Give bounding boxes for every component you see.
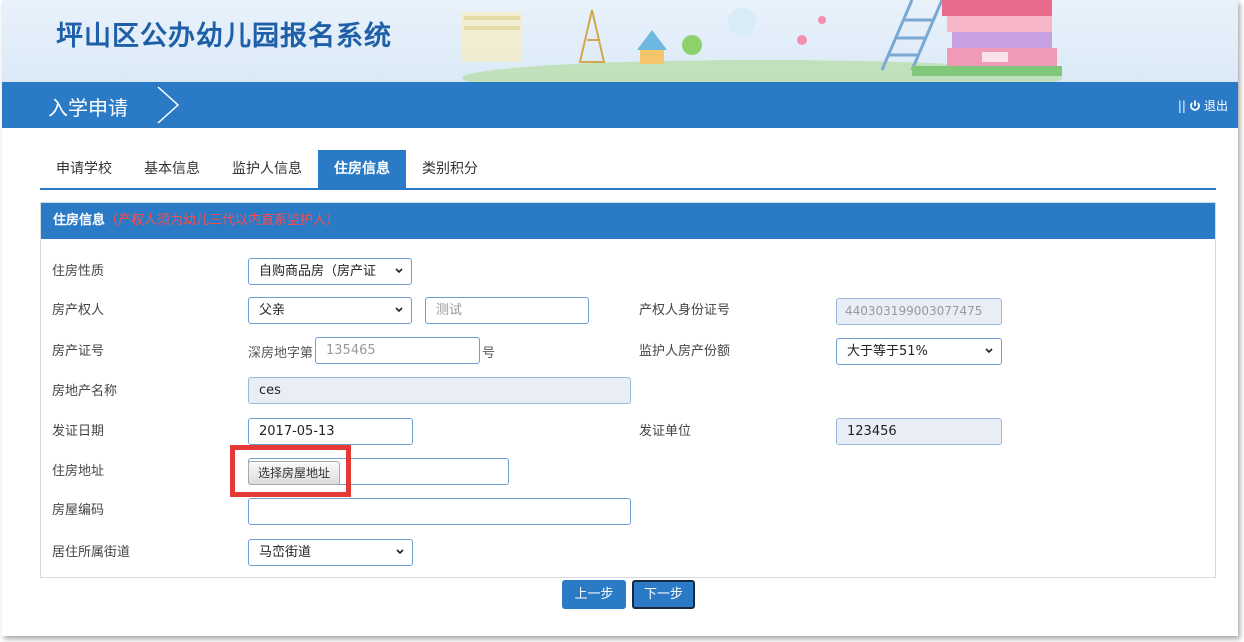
cert-no-input[interactable]: 135465 [315,337,480,364]
owner-id-input[interactable]: 440303199003077475 [836,298,1002,325]
guardian-share-label: 监护人房产份额 [639,344,731,359]
guardian-share-select[interactable]: 大于等于51% [836,338,1002,365]
housing-type-select[interactable]: 自购商品房（房产证 [248,258,412,285]
street-value: 马峦街道 [259,545,312,560]
estate-name-input[interactable]: ces [248,377,631,404]
estate-name-label: 房地产名称 [52,384,118,399]
guardian-share-value: 大于等于51% [847,344,928,359]
nav-separator: || [1177,98,1186,113]
cert-suffix: 号 [482,346,496,361]
house-code-label: 房屋编码 [52,503,105,518]
header-banner: 坪山区公办幼儿园报名系统 [2,0,1238,82]
next-button[interactable]: 下一步 [632,580,695,609]
street-select[interactable]: 马峦街道 [248,539,413,566]
street-label: 居住所属街道 [52,545,131,560]
panel-note: （产权人须为幼儿三代以内直系监护人） [105,213,340,228]
chevron-down-icon [985,348,993,354]
chevron-right-icon [157,86,180,124]
tab-basic-info[interactable]: 基本信息 [128,150,216,188]
site-title: 坪山区公办幼儿园报名系统 [56,21,392,52]
chevron-down-icon [396,549,404,555]
owner-select[interactable]: 父亲 [248,297,412,324]
power-icon [1190,100,1200,111]
cert-prefix: 深房地字第 [248,346,314,361]
nav-bar: 入学申请 || 退出 [2,82,1238,128]
highlight-box [230,445,351,497]
housing-type-value: 自购商品房（房产证 [259,264,377,279]
housing-type-label: 住房性质 [52,264,105,279]
nav-title: 入学申请 [48,96,128,120]
owner-name-input[interactable]: 测试 [425,297,589,324]
owner-id-label: 产权人身份证号 [639,303,731,318]
tab-housing-info[interactable]: 住房信息 [318,150,406,188]
issue-date-input[interactable]: 2017-05-13 [248,418,413,445]
tab-underline [40,188,1216,190]
logout-link[interactable]: 退出 [1204,97,1228,114]
prev-button[interactable]: 上一步 [562,580,626,609]
tab-guardian-info[interactable]: 监护人信息 [216,150,318,188]
panel-title: 住房信息 [53,213,106,228]
tab-category-points[interactable]: 类别积分 [406,150,494,188]
cert-no-label: 房产证号 [52,344,105,359]
issuer-label: 发证单位 [639,424,692,439]
house-code-input[interactable] [248,498,631,525]
tab-apply-school[interactable]: 申请学校 [40,150,128,188]
issuer-input[interactable]: 123456 [836,418,1002,445]
chevron-down-icon [395,268,403,274]
page-frame: 坪山区公办幼儿园报名系统 入学申请 || 退出 申请学校 基本信息 监护人信息 … [2,0,1238,636]
chevron-down-icon [395,307,403,313]
logout-area[interactable]: || 退出 [1178,97,1228,114]
issue-date-label: 发证日期 [52,424,105,439]
banner-illustration [462,0,1062,82]
address-label: 住房地址 [52,464,105,479]
tab-bar: 申请学校 基本信息 监护人信息 住房信息 类别积分 [40,150,494,188]
owner-value: 父亲 [259,303,286,318]
panel-header: 住房信息（产权人须为幼儿三代以内直系监护人） [41,203,1215,239]
owner-label: 房产权人 [52,303,105,318]
